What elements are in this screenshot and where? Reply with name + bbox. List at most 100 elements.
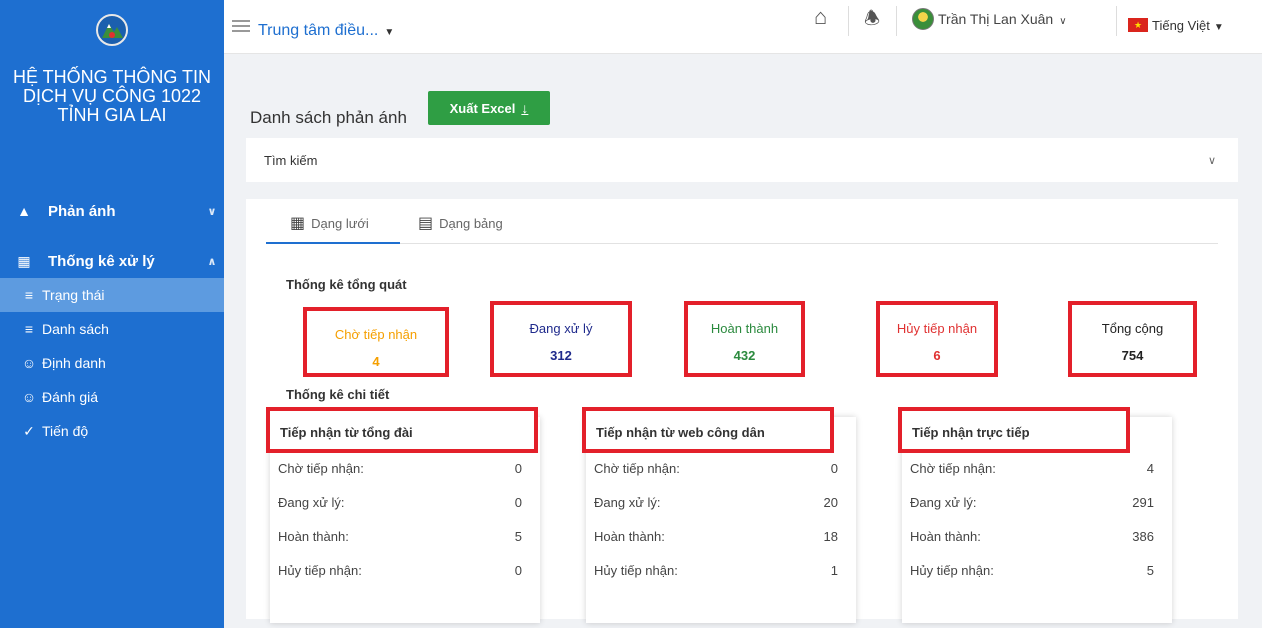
source-card-direct: Tiếp nhận trực tiếp Chờ tiếp nhận: 4 Đang…: [898, 407, 1172, 623]
sidebar-group-statistics[interactable]: ▦ Thống kê xử lý ∧: [0, 244, 224, 278]
grid-icon: ▦: [290, 215, 306, 232]
list-item: Đang xử lý: 20: [594, 495, 838, 510]
row-label: Đang xử lý:: [278, 495, 345, 510]
province-logo-graphic: [102, 24, 123, 38]
row-label: Hoàn thành:: [278, 529, 349, 544]
row-value: 0: [514, 563, 522, 578]
divider: [848, 6, 849, 36]
list-icon: ≡: [24, 287, 34, 303]
language-selector[interactable]: Tiếng Việt ▼: [1152, 18, 1224, 33]
export-excel-button[interactable]: Xuất Excel ↓: [428, 91, 550, 125]
sidebar-item-label: Trạng thái: [42, 287, 105, 303]
source-card-web: Tiếp nhận từ web công dân Chờ tiếp nhận:…: [582, 407, 856, 623]
list-item: Hoàn thành: 18: [594, 529, 838, 544]
list-item: Hoàn thành: 5: [278, 529, 522, 544]
row-value: 20: [823, 495, 838, 510]
detail-title: Thống kê chi tiết: [286, 387, 390, 402]
active-tab-indicator: [266, 242, 400, 244]
chevron-down-icon: ∨: [207, 205, 217, 218]
statistics-panel: ▦ Dạng lưới ▤ Dạng bảng Thống kê tổng qu…: [246, 199, 1238, 623]
language-label: Tiếng Việt: [1152, 18, 1210, 33]
feedback-icon: ▲: [17, 203, 31, 219]
tab-label: Dạng bảng: [439, 215, 503, 231]
avatar[interactable]: [912, 8, 934, 30]
source-card-title: Tiếp nhận từ web công dân: [596, 425, 765, 440]
caret-down-icon: ▼: [384, 27, 395, 38]
stat-processing: Đang xử lý 312: [490, 301, 632, 377]
row-value: 5: [514, 529, 522, 544]
row-value: 4: [1146, 461, 1154, 476]
tab-grid-view[interactable]: ▦ Dạng lưới: [290, 213, 369, 233]
overview-title: Thống kê tổng quát: [286, 277, 407, 292]
list-item: Hủy tiếp nhận: 1: [594, 563, 838, 578]
sidebar-item-progress[interactable]: ✓ Tiến độ: [0, 414, 224, 448]
divider: [1116, 6, 1117, 36]
row-label: Chờ tiếp nhận:: [278, 461, 364, 476]
list-item: Chờ tiếp nhận: 0: [594, 461, 838, 476]
row-value: 5: [1146, 563, 1154, 578]
check-circle-icon: ✓: [23, 422, 35, 439]
list-item: Hoàn thành: 386: [910, 529, 1154, 544]
list-item: Chờ tiếp nhận: 0: [278, 461, 522, 476]
caret-down-icon: ▼: [1213, 22, 1224, 33]
row-label: Hoàn thành:: [594, 529, 665, 544]
source-card-title: Tiếp nhận trực tiếp: [912, 425, 1030, 440]
view-tabs: ▦ Dạng lưới ▤ Dạng bảng: [266, 199, 1218, 244]
row-value: 386: [1132, 529, 1154, 544]
row-label: Hủy tiếp nhận:: [910, 563, 994, 578]
source-card-call-center: Tiếp nhận từ tổng đài Chờ tiếp nhận: 0 Đa…: [266, 407, 540, 623]
stat-total: Tổng cộng 754: [1068, 301, 1197, 377]
bell-icon[interactable]: 🕭: [864, 6, 880, 36]
stat-label: Chờ tiếp nhận: [334, 327, 418, 342]
list-icon: ≡: [24, 321, 34, 337]
sidebar-item-label: Đánh giá: [42, 389, 99, 405]
tab-table-view[interactable]: ▤ Dạng bảng: [418, 213, 503, 233]
list-item: Chờ tiếp nhận: 4: [910, 461, 1154, 476]
sidebar: HỆ THỐNG THÔNG TIN DỊCH VỤ CÔNG 1022 TỈN…: [0, 0, 224, 628]
row-value: 291: [1132, 495, 1154, 510]
stat-label: Đang xử lý: [529, 321, 593, 336]
stat-label: Tổng cộng: [1101, 321, 1164, 336]
sidebar-group-feedback[interactable]: ▲ Phản ánh ∨: [0, 194, 224, 228]
list-item: Đang xử lý: 291: [910, 495, 1154, 510]
stat-value: 312: [550, 348, 572, 363]
sidebar-item-identity[interactable]: ☺ Định danh: [0, 346, 224, 380]
source-card-title: Tiếp nhận từ tổng đài: [280, 425, 413, 440]
row-label: Đang xử lý:: [594, 495, 661, 510]
chevron-down-icon[interactable]: ∨: [1208, 154, 1216, 167]
source-card-header: Tiếp nhận từ tổng đài: [266, 407, 538, 453]
row-label: Đang xử lý:: [910, 495, 977, 510]
tab-label: Dạng lưới: [311, 215, 369, 231]
sidebar-item-label: Định danh: [42, 355, 106, 371]
page-title: Danh sách phản ánh: [250, 108, 407, 127]
chevron-down-icon: ∨: [1059, 16, 1067, 27]
stat-cancelled: Hủy tiếp nhận 6: [876, 301, 998, 377]
top-bar: Trung tâm điều... ▼ ⌂ 🕭 Trần Thị Lan Xuân…: [224, 0, 1262, 54]
divider: [896, 6, 897, 36]
sidebar-item-list[interactable]: ≡ Danh sách: [0, 312, 224, 346]
sidebar-item-rating[interactable]: ☺ Đánh giá: [0, 380, 224, 414]
source-card-header: Tiếp nhận trực tiếp: [898, 407, 1130, 453]
search-label: Tìm kiếm: [264, 153, 318, 168]
download-icon: ↓: [521, 100, 529, 116]
row-value: 18: [823, 529, 838, 544]
sidebar-group-label: Thống kê xử lý: [48, 252, 155, 270]
list-item: Hủy tiếp nhận: 0: [278, 563, 522, 578]
menu-icon[interactable]: [232, 20, 250, 32]
user-menu[interactable]: Trần Thị Lan Xuân ∨: [938, 11, 1067, 27]
list-item: Đang xử lý: 0: [278, 495, 522, 510]
chevron-up-icon: ∧: [207, 255, 217, 268]
list-item: Hủy tiếp nhận: 5: [910, 563, 1154, 578]
sidebar-item-label: Tiến độ: [42, 423, 89, 439]
system-title: HỆ THỐNG THÔNG TIN DỊCH VỤ CÔNG 1022 TỈN…: [12, 67, 212, 125]
user-name: Trần Thị Lan Xuân: [938, 11, 1054, 27]
stat-label: Hoàn thành: [710, 321, 779, 336]
stat-value: 432: [733, 348, 756, 363]
province-logo: [96, 14, 128, 46]
sidebar-menu: ▲ Phản ánh ∨ ▦ Thống kê xử lý ∧ ≡ Trạng …: [0, 194, 224, 448]
row-label: Hoàn thành:: [910, 529, 981, 544]
home-icon[interactable]: ⌂: [814, 4, 827, 30]
unit-selector[interactable]: Trung tâm điều... ▼: [258, 22, 394, 40]
sidebar-item-status[interactable]: ≡ Trạng thái: [0, 278, 224, 312]
search-panel[interactable]: Tìm kiếm ∨: [246, 138, 1238, 182]
